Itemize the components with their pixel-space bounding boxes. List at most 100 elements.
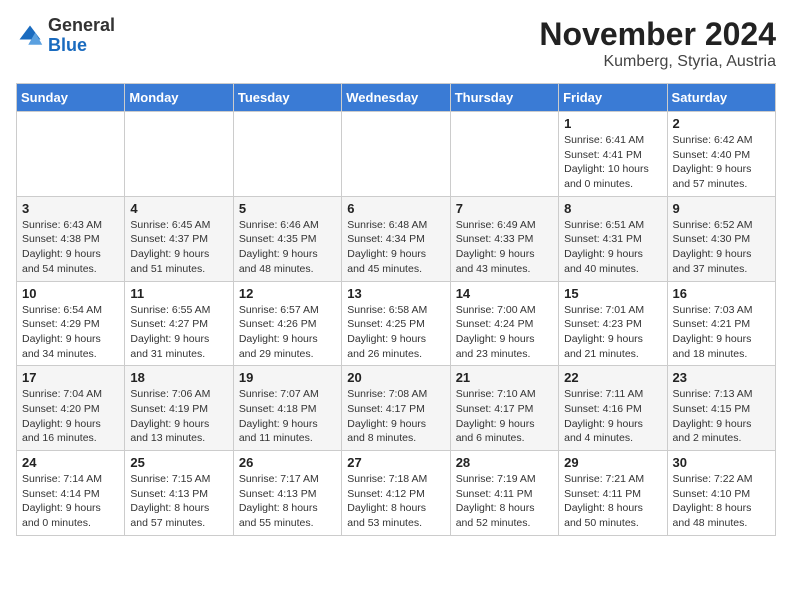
title-block: November 2024 Kumberg, Styria, Austria	[539, 16, 776, 71]
day-number: 21	[456, 370, 553, 385]
day-info: Sunrise: 7:19 AM Sunset: 4:11 PM Dayligh…	[456, 472, 553, 531]
day-number: 12	[239, 286, 336, 301]
calendar-cell: 23 Sunrise: 7:13 AM Sunset: 4:15 PM Dayli…	[667, 366, 775, 451]
day-number: 6	[347, 201, 444, 216]
calendar-cell: 24 Sunrise: 7:14 AM Sunset: 4:14 PM Dayli…	[17, 451, 125, 536]
calendar-cell: 26Sunrise: 7:17 AM Sunset: 4:13 PM Dayli…	[233, 451, 341, 536]
day-number: 29	[564, 455, 661, 470]
day-number: 10	[22, 286, 119, 301]
day-number: 11	[130, 286, 227, 301]
calendar-cell: 2Sunrise: 6:42 AM Sunset: 4:40 PM Daylig…	[667, 112, 775, 197]
day-number: 20	[347, 370, 444, 385]
day-info: Sunrise: 7:13 AM Sunset: 4:15 PM Dayligh…	[673, 387, 770, 446]
calendar-cell	[17, 112, 125, 197]
day-number: 1	[564, 116, 661, 131]
calendar-cell: 20 Sunrise: 7:08 AM Sunset: 4:17 PM Dayli…	[342, 366, 450, 451]
day-info: Sunrise: 7:14 AM Sunset: 4:14 PM Dayligh…	[22, 472, 119, 531]
day-number: 25	[130, 455, 227, 470]
day-info: Sunrise: 7:03 AM Sunset: 4:21 PM Dayligh…	[673, 303, 770, 362]
column-header-wednesday: Wednesday	[342, 84, 450, 112]
day-number: 9	[673, 201, 770, 216]
day-number: 19	[239, 370, 336, 385]
day-number: 27	[347, 455, 444, 470]
day-number: 16	[673, 286, 770, 301]
calendar-week-row: 17 Sunrise: 7:04 AM Sunset: 4:20 PM Dayli…	[17, 366, 776, 451]
day-number: 13	[347, 286, 444, 301]
logo-general-text: General	[48, 15, 115, 35]
calendar-cell: 19 Sunrise: 7:07 AM Sunset: 4:18 PM Dayli…	[233, 366, 341, 451]
day-number: 2	[673, 116, 770, 131]
day-number: 18	[130, 370, 227, 385]
calendar-week-row: 1 Sunrise: 6:41 AM Sunset: 4:41 PM Daylig…	[17, 112, 776, 197]
logo-blue-text: Blue	[48, 35, 87, 55]
calendar-cell: 12Sunrise: 6:57 AM Sunset: 4:26 PM Dayli…	[233, 281, 341, 366]
calendar-cell	[125, 112, 233, 197]
calendar-cell	[450, 112, 558, 197]
column-header-monday: Monday	[125, 84, 233, 112]
day-number: 3	[22, 201, 119, 216]
day-info: Sunrise: 6:43 AM Sunset: 4:38 PM Dayligh…	[22, 218, 119, 277]
day-number: 5	[239, 201, 336, 216]
day-info: Sunrise: 7:08 AM Sunset: 4:17 PM Dayligh…	[347, 387, 444, 446]
column-header-saturday: Saturday	[667, 84, 775, 112]
day-info: Sunrise: 6:55 AM Sunset: 4:27 PM Dayligh…	[130, 303, 227, 362]
calendar-cell: 15Sunrise: 7:01 AM Sunset: 4:23 PM Dayli…	[559, 281, 667, 366]
calendar-cell: 17 Sunrise: 7:04 AM Sunset: 4:20 PM Dayli…	[17, 366, 125, 451]
calendar-cell: 8 Sunrise: 6:51 AM Sunset: 4:31 PM Daylig…	[559, 196, 667, 281]
calendar-week-row: 3 Sunrise: 6:43 AM Sunset: 4:38 PM Daylig…	[17, 196, 776, 281]
calendar-cell	[342, 112, 450, 197]
calendar-cell: 14 Sunrise: 7:00 AM Sunset: 4:24 PM Dayli…	[450, 281, 558, 366]
calendar-cell: 28 Sunrise: 7:19 AM Sunset: 4:11 PM Dayli…	[450, 451, 558, 536]
calendar-week-row: 24 Sunrise: 7:14 AM Sunset: 4:14 PM Dayli…	[17, 451, 776, 536]
day-number: 22	[564, 370, 661, 385]
day-info: Sunrise: 7:22 AM Sunset: 4:10 PM Dayligh…	[673, 472, 770, 531]
location-subtitle: Kumberg, Styria, Austria	[539, 53, 776, 71]
header: General Blue November 2024 Kumberg, Styr…	[16, 16, 776, 71]
calendar-cell: 5 Sunrise: 6:46 AM Sunset: 4:35 PM Daylig…	[233, 196, 341, 281]
calendar-cell: 18 Sunrise: 7:06 AM Sunset: 4:19 PM Dayli…	[125, 366, 233, 451]
calendar-cell: 11 Sunrise: 6:55 AM Sunset: 4:27 PM Dayli…	[125, 281, 233, 366]
day-info: Sunrise: 7:10 AM Sunset: 4:17 PM Dayligh…	[456, 387, 553, 446]
day-info: Sunrise: 7:01 AM Sunset: 4:23 PM Dayligh…	[564, 303, 661, 362]
day-number: 17	[22, 370, 119, 385]
calendar-cell	[233, 112, 341, 197]
day-info: Sunrise: 6:41 AM Sunset: 4:41 PM Dayligh…	[564, 133, 661, 192]
day-number: 23	[673, 370, 770, 385]
day-number: 28	[456, 455, 553, 470]
day-info: Sunrise: 7:06 AM Sunset: 4:19 PM Dayligh…	[130, 387, 227, 446]
calendar-cell: 13 Sunrise: 6:58 AM Sunset: 4:25 PM Dayli…	[342, 281, 450, 366]
calendar-cell: 7Sunrise: 6:49 AM Sunset: 4:33 PM Daylig…	[450, 196, 558, 281]
day-info: Sunrise: 6:52 AM Sunset: 4:30 PM Dayligh…	[673, 218, 770, 277]
day-info: Sunrise: 7:17 AM Sunset: 4:13 PM Dayligh…	[239, 472, 336, 531]
day-info: Sunrise: 7:07 AM Sunset: 4:18 PM Dayligh…	[239, 387, 336, 446]
day-info: Sunrise: 7:11 AM Sunset: 4:16 PM Dayligh…	[564, 387, 661, 446]
day-info: Sunrise: 7:04 AM Sunset: 4:20 PM Dayligh…	[22, 387, 119, 446]
day-info: Sunrise: 6:48 AM Sunset: 4:34 PM Dayligh…	[347, 218, 444, 277]
month-title: November 2024	[539, 16, 776, 53]
column-header-tuesday: Tuesday	[233, 84, 341, 112]
day-info: Sunrise: 6:51 AM Sunset: 4:31 PM Dayligh…	[564, 218, 661, 277]
day-info: Sunrise: 6:45 AM Sunset: 4:37 PM Dayligh…	[130, 218, 227, 277]
day-info: Sunrise: 6:58 AM Sunset: 4:25 PM Dayligh…	[347, 303, 444, 362]
calendar-cell: 6 Sunrise: 6:48 AM Sunset: 4:34 PM Daylig…	[342, 196, 450, 281]
calendar-cell: 27 Sunrise: 7:18 AM Sunset: 4:12 PM Dayli…	[342, 451, 450, 536]
column-header-sunday: Sunday	[17, 84, 125, 112]
calendar-week-row: 10 Sunrise: 6:54 AM Sunset: 4:29 PM Dayli…	[17, 281, 776, 366]
column-header-friday: Friday	[559, 84, 667, 112]
day-info: Sunrise: 6:54 AM Sunset: 4:29 PM Dayligh…	[22, 303, 119, 362]
day-info: Sunrise: 7:00 AM Sunset: 4:24 PM Dayligh…	[456, 303, 553, 362]
day-info: Sunrise: 7:18 AM Sunset: 4:12 PM Dayligh…	[347, 472, 444, 531]
calendar-cell: 30Sunrise: 7:22 AM Sunset: 4:10 PM Dayli…	[667, 451, 775, 536]
logo: General Blue	[16, 16, 115, 56]
day-info: Sunrise: 7:21 AM Sunset: 4:11 PM Dayligh…	[564, 472, 661, 531]
calendar-cell: 4Sunrise: 6:45 AM Sunset: 4:37 PM Daylig…	[125, 196, 233, 281]
day-number: 7	[456, 201, 553, 216]
calendar-cell: 22 Sunrise: 7:11 AM Sunset: 4:16 PM Dayli…	[559, 366, 667, 451]
logo-icon	[16, 22, 44, 50]
day-number: 24	[22, 455, 119, 470]
day-number: 14	[456, 286, 553, 301]
calendar-cell: 25Sunrise: 7:15 AM Sunset: 4:13 PM Dayli…	[125, 451, 233, 536]
day-info: Sunrise: 6:46 AM Sunset: 4:35 PM Dayligh…	[239, 218, 336, 277]
calendar-cell: 10 Sunrise: 6:54 AM Sunset: 4:29 PM Dayli…	[17, 281, 125, 366]
day-number: 8	[564, 201, 661, 216]
